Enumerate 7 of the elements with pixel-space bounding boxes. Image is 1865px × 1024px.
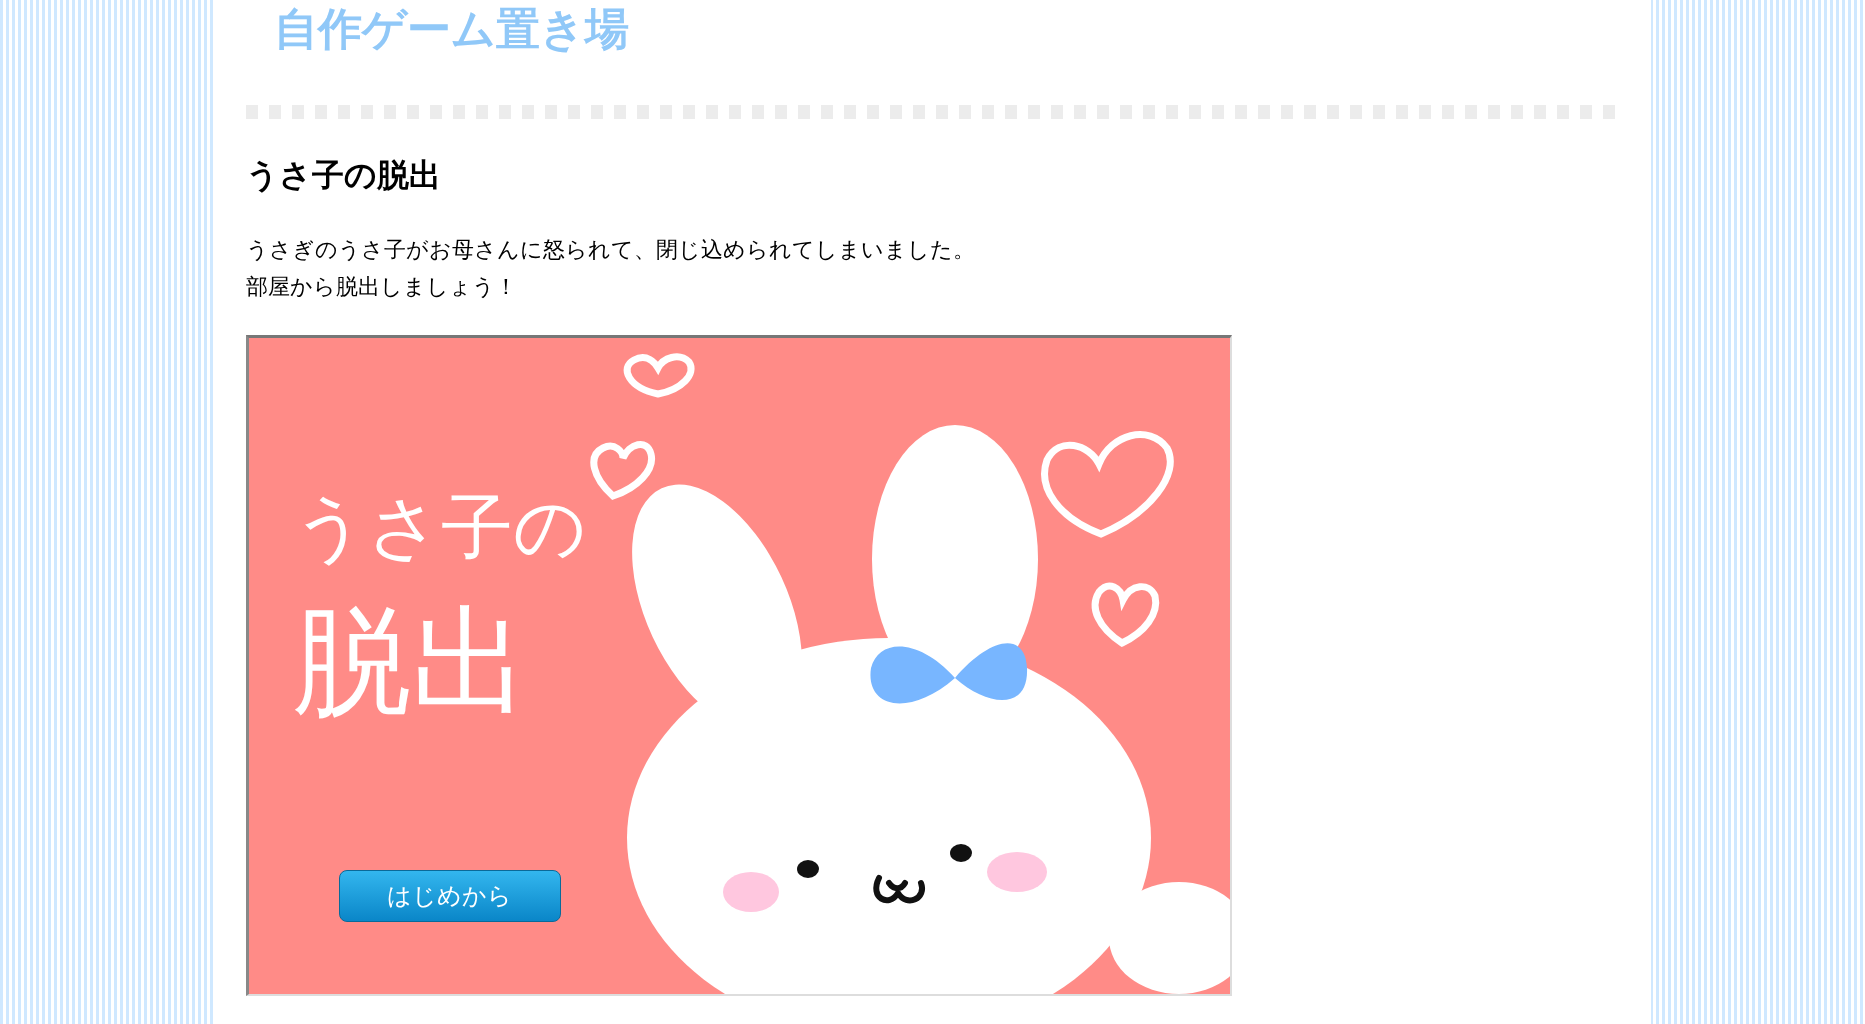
site-title: 自作ゲーム置き場 [273,2,630,56]
game-title-text: うさ子の [292,488,587,568]
game-title-text: 脱出 [292,597,529,727]
article-heading: うさ子の脱出 [245,155,442,195]
start-button[interactable]: はじめから [338,870,561,922]
description-text: うさぎのうさ子がお母さんに怒られて、閉じ込められてしまいました。 [245,236,976,264]
description-text: 部屋から脱出しましょう！ [245,273,518,301]
